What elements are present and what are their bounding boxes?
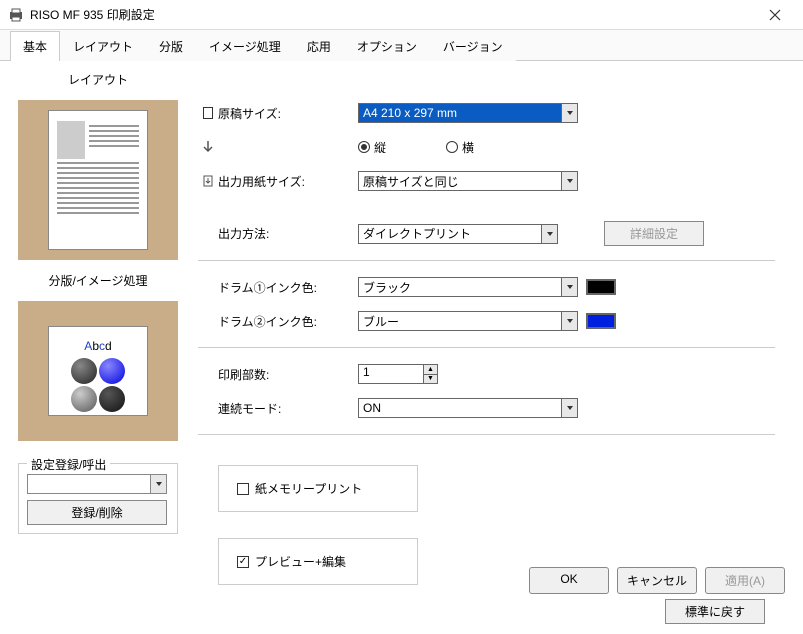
tab-image[interactable]: イメージ処理 [196,31,294,61]
output-size-label: 出力用紙サイズ: [218,173,358,190]
cancel-button[interactable]: キャンセル [617,567,697,594]
arrow-down-icon [198,140,218,154]
close-button[interactable] [755,3,795,27]
continuous-select[interactable]: ON [358,398,578,418]
chevron-down-icon [541,225,557,243]
drum2-select[interactable]: ブルー [358,311,578,331]
settings-register-group: 設定登録/呼出 登録/削除 [18,463,178,534]
spinner-down-icon[interactable]: ▼ [423,374,437,384]
output-method-label: 出力方法: [218,225,358,242]
ok-button[interactable]: OK [529,567,609,594]
paper-memory-checkbox[interactable]: 紙メモリープリント [237,480,399,497]
continuous-label: 連続モード: [218,400,358,417]
settings-register-label: 設定登録/呼出 [27,456,110,473]
original-size-select[interactable]: A4 210 x 297 mm [358,103,578,123]
drum2-label: ドラム②インク色: [218,313,358,330]
tab-advanced[interactable]: 応用 [294,31,344,61]
output-icon [198,174,218,188]
chevron-down-icon [150,475,166,493]
tab-separation[interactable]: 分版 [146,31,196,61]
orientation-portrait-radio[interactable]: 縦 [358,139,386,156]
window-title: RISO MF 935 印刷設定 [30,6,755,23]
image-preview: Abcd [18,301,178,441]
chevron-down-icon [561,312,577,330]
tab-options[interactable]: オプション [344,31,430,61]
apply-button[interactable]: 適用(A) [705,567,785,594]
original-size-label: 原稿サイズ: [218,105,358,122]
chevron-down-icon [561,172,577,190]
tab-version[interactable]: バージョン [430,31,516,61]
layout-preview-label: レイアウト [18,71,178,88]
reset-defaults-button[interactable]: 標準に戻す [665,599,765,624]
image-preview-label: 分版/イメージ処理 [18,272,178,289]
chevron-down-icon [561,104,577,122]
drum2-color-chip [586,313,616,329]
chevron-down-icon [561,399,577,417]
tab-bar: 基本 レイアウト 分版 イメージ処理 応用 オプション バージョン [0,30,803,61]
output-size-select[interactable]: 原稿サイズと同じ [358,171,578,191]
drum1-label: ドラム①インク色: [218,279,358,296]
layout-preview [18,100,178,260]
paper-memory-group: 紙メモリープリント [218,465,418,512]
page-icon [198,106,218,120]
tab-layout[interactable]: レイアウト [60,31,146,61]
drum1-color-chip [586,279,616,295]
preview-edit-group: ✓ プレビュー+編集 [218,538,418,585]
output-method-select[interactable]: ダイレクトプリント [358,224,558,244]
detail-settings-button[interactable]: 詳細設定 [604,221,704,246]
register-delete-button[interactable]: 登録/削除 [27,500,167,525]
tab-basic[interactable]: 基本 [10,31,60,61]
copies-spinner[interactable]: 1 ▲ ▼ [358,364,438,384]
chevron-down-icon [561,278,577,296]
orientation-landscape-radio[interactable]: 横 [446,139,474,156]
spinner-up-icon[interactable]: ▲ [423,365,437,374]
preview-edit-checkbox[interactable]: ✓ プレビュー+編集 [237,553,399,570]
printer-icon [8,7,24,23]
copies-label: 印刷部数: [218,366,358,383]
drum1-select[interactable]: ブラック [358,277,578,297]
settings-register-combo[interactable] [27,474,167,494]
